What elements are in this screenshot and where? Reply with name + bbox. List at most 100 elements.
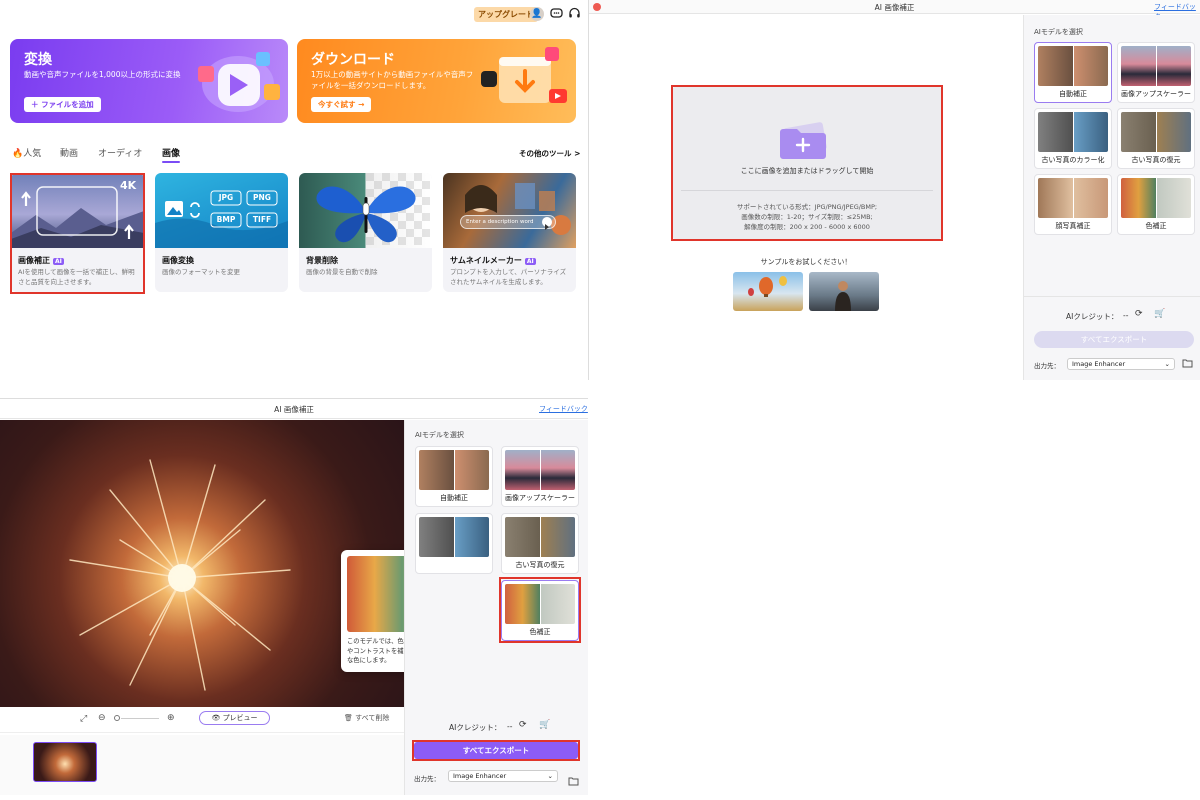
model-label: 色補正: [1145, 222, 1167, 230]
ai-credit-label: AIクレジット：: [449, 723, 502, 732]
model-color-correct[interactable]: 色補正: [501, 580, 579, 641]
model-thumb: [1038, 178, 1108, 218]
model-colorize[interactable]: 古い写真のカラー化: [1034, 108, 1112, 169]
model-label: 画像アップスケーラー: [505, 494, 575, 502]
headset-icon[interactable]: [567, 7, 581, 21]
model-thumb: [1038, 112, 1108, 152]
download-desc: 1万以上の動画サイトから動画ファイルや音声ファイルを一括ダウンロードします。: [311, 70, 474, 90]
export-all-button-disabled[interactable]: すべてエクスポート: [1034, 331, 1194, 348]
tab-audio[interactable]: オーディオ: [98, 146, 142, 159]
supported-formats: サポートされている形式：JPG/PNG/JPEG/BMP;: [736, 203, 878, 211]
plus-icon: ＋: [31, 100, 42, 109]
split-line: [1073, 178, 1074, 218]
enhancer-empty-panel: AI 画像補正 フィードバック ここに画像を追加またはドラッグして開始 サポート…: [588, 0, 1200, 380]
background-remove-desc: 画像の背景を自動で削除: [306, 268, 378, 276]
model-color-correct[interactable]: 色補正: [1117, 174, 1195, 235]
sample-person-image[interactable]: [809, 272, 879, 311]
preview-toggle-button[interactable]: 👁 プレビュー: [199, 711, 270, 725]
background-remove-title: 背景削除: [306, 256, 338, 265]
refresh-icon[interactable]: ⟳: [519, 720, 527, 730]
4k-badge: 4K: [120, 179, 137, 192]
message-icon[interactable]: [549, 7, 563, 21]
models-header: AIモデルを選択: [415, 431, 464, 439]
model-colorize[interactable]: [415, 513, 493, 574]
image-convert-thumb: JPG PNG BMP TIFF: [155, 173, 288, 248]
enhancer-preview-panel: AI 画像補正 フィードバック このモデルでは、色被りを削除し、画像の明るさやコ…: [0, 398, 588, 795]
format-tiff: TIFF: [252, 215, 272, 224]
arrow-right-icon: →: [355, 100, 365, 109]
download-illustration-icon: [481, 47, 567, 103]
export-all-button[interactable]: すべてエクスポート: [414, 742, 578, 759]
image-convert-card[interactable]: JPG PNG BMP TIFF 画像変換 画像のフォーマットを変更: [155, 173, 288, 292]
delete-all-button[interactable]: 🗑 すべて削除: [344, 713, 389, 723]
convert-illustration-icon: [198, 52, 280, 112]
cart-icon[interactable]: 🛒: [539, 720, 550, 730]
output-select[interactable]: Image Enhancer ⌄: [1067, 358, 1175, 370]
split-line: [540, 584, 541, 624]
zoom-slider-handle[interactable]: [114, 715, 120, 721]
model-label: 色補正: [529, 628, 551, 636]
folder-icon[interactable]: [568, 771, 579, 790]
chevron-down-icon: ⌄: [1164, 360, 1170, 368]
convert-desc: 動画や音声ファイルを1,000以上の形式に変換: [24, 70, 181, 79]
fit-screen-icon[interactable]: ⤢: [80, 714, 87, 724]
send-icon: [542, 217, 552, 230]
image-enhance-desc: AIを使用して画像を一括で補正し、鮮明さと品質を向上させます。: [18, 268, 135, 286]
home-panel: アップグレード 👤 変換 動画や音声ファイルを1,000以上の形式に変換 ＋ フ…: [0, 0, 588, 380]
model-restore[interactable]: 古い写真の復元: [1117, 108, 1195, 169]
image-enhance-title: 画像補正 AI: [18, 256, 64, 265]
model-thumb: [1121, 178, 1191, 218]
model-sidebar: AIモデルを選択 自動補正 画像アップスケーラー 古い写真の復元 色補正 AIク…: [404, 420, 588, 795]
image-convert-desc: 画像のフォーマットを変更: [162, 268, 240, 276]
sample-balloons-image[interactable]: [733, 272, 803, 311]
ai-credit-value: --: [1123, 311, 1129, 320]
tab-image[interactable]: 画像: [162, 146, 181, 163]
drop-zone[interactable]: ここに画像を追加またはドラッグして開始 サポートされている形式：JPG/PNG/…: [673, 87, 941, 239]
model-auto-enhance[interactable]: 自動補正: [1034, 42, 1112, 103]
avatar-icon[interactable]: 👤: [530, 7, 544, 21]
add-file-button[interactable]: ＋ ファイルを追加: [24, 97, 101, 112]
more-tools-link[interactable]: その他のツール >: [519, 148, 580, 159]
thumbnail-maker-card[interactable]: Enter a description word サムネイルメーカー AI プロン…: [443, 173, 576, 292]
model-image-upscaler[interactable]: 画像アップスケーラー: [501, 446, 579, 507]
try-now-button[interactable]: 今すぐ試す →: [311, 97, 372, 112]
background-remove-card[interactable]: 背景削除 画像の背景を自動で削除: [299, 173, 432, 292]
split-line: [1073, 46, 1074, 86]
model-label: 自動補正: [1059, 90, 1087, 98]
window-title: AI 画像補正: [274, 405, 314, 414]
upgrade-button[interactable]: アップグレード: [474, 7, 538, 22]
split-line: [540, 517, 541, 557]
model-label: 顔写真補正: [1055, 222, 1091, 230]
split-line: [454, 450, 455, 490]
folder-icon[interactable]: [1182, 358, 1193, 371]
tab-video[interactable]: 動画: [60, 146, 78, 159]
model-auto-enhance[interactable]: 自動補正: [415, 446, 493, 507]
feedback-link[interactable]: フィードバック: [539, 404, 588, 414]
resolution-limit: 解像度の制限：200 x 200 - 6000 x 6000: [744, 223, 870, 231]
trash-icon: 🗑: [344, 714, 356, 722]
download-banner[interactable]: ダウンロード 1万以上の動画サイトから動画ファイルや音声ファイルを一括ダウンロー…: [297, 39, 576, 123]
model-restore[interactable]: 古い写真の復元: [501, 513, 579, 574]
image-enhance-card[interactable]: 4K 画像補正 AI AIを使用して画像を一括で補正し、鮮明さと品質を向上させます…: [11, 173, 144, 292]
background-remove-thumb: [299, 173, 432, 248]
zoom-out-icon[interactable]: ⊖: [98, 713, 106, 723]
model-label: 古い写真のカラー化: [1041, 156, 1105, 164]
cart-icon[interactable]: 🛒: [1154, 309, 1165, 319]
divider: [681, 190, 933, 191]
image-thumbnail[interactable]: [33, 742, 97, 782]
model-face-enhance[interactable]: 顔写真補正: [1034, 174, 1112, 235]
model-thumb: [1121, 46, 1191, 86]
output-select[interactable]: Image Enhancer ⌄: [448, 770, 558, 782]
zoom-in-icon[interactable]: ⊕: [167, 713, 175, 723]
model-image-upscaler[interactable]: 画像アップスケーラー: [1117, 42, 1195, 103]
model-sidebar: AIモデルを選択 自動補正 画像アップスケーラー 古い写真のカラー化 古い写真の…: [1023, 15, 1200, 380]
convert-banner[interactable]: 変換 動画や音声ファイルを1,000以上の形式に変換 ＋ ファイルを追加: [10, 39, 288, 123]
model-thumb: [505, 584, 575, 624]
output-label: 出力先：: [414, 775, 440, 783]
count-limit: 画像数の制限：1-20；サイズ制限：≤25MB;: [741, 213, 873, 221]
ai-credit-label: AIクレジット：: [1066, 312, 1119, 321]
zoom-slider[interactable]: [121, 718, 159, 719]
refresh-icon[interactable]: ⟳: [1135, 309, 1143, 319]
model-label: 画像アップスケーラー: [1121, 90, 1191, 98]
tab-popular[interactable]: 🔥人気: [12, 146, 41, 159]
